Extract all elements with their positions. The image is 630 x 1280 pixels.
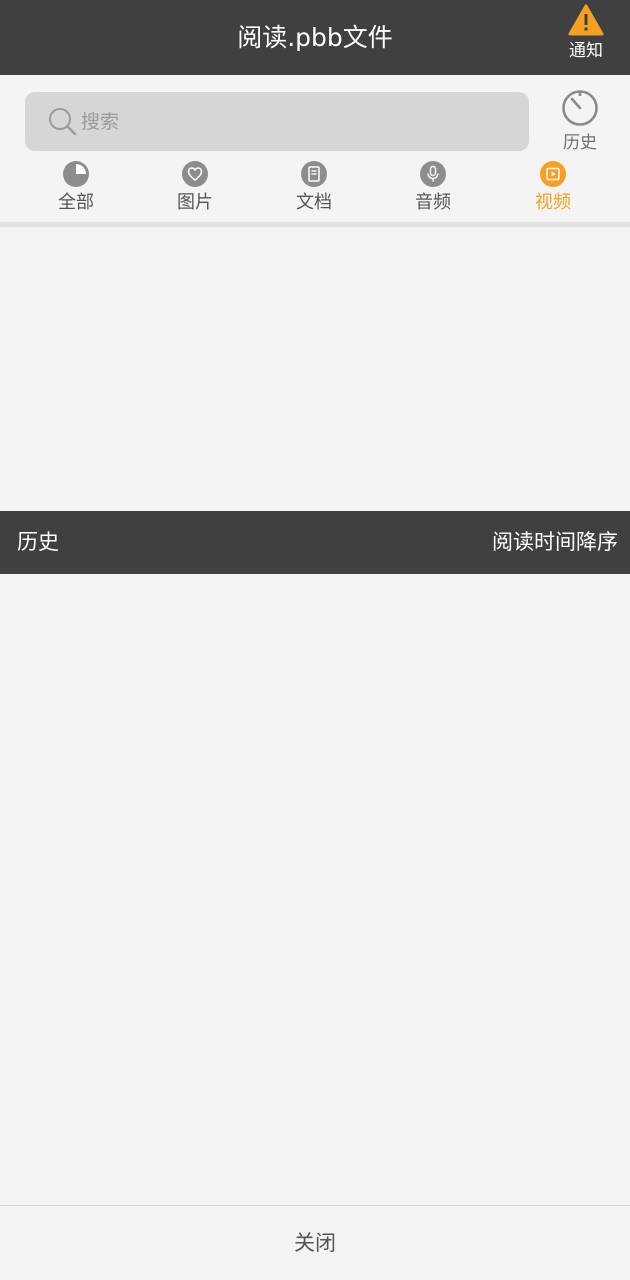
tab-label: 全部: [58, 192, 94, 213]
notify-button[interactable]: 通知: [556, 4, 616, 70]
close-button[interactable]: 关闭: [0, 1228, 630, 1258]
reader-screen: 阅读.pbb文件 通知 历史: [0, 0, 630, 1280]
search-box[interactable]: [25, 92, 529, 151]
search-icon: [49, 108, 77, 136]
tab-label: 音频: [415, 192, 451, 213]
history-list: [0, 574, 630, 1205]
tab-label: 图片: [177, 192, 213, 213]
history-button-label: 历史: [563, 133, 597, 153]
search-input[interactable]: [81, 102, 511, 142]
warning-icon: [568, 4, 604, 36]
tab-documents[interactable]: 文档: [264, 158, 364, 220]
timer-icon: [562, 90, 598, 126]
history-title: 历史: [17, 530, 59, 554]
tab-audio[interactable]: 音频: [383, 158, 483, 220]
tab-label: 视频: [535, 192, 571, 213]
document-icon: [301, 161, 327, 187]
pie-chart-icon: [63, 161, 89, 187]
app-bar: 阅读.pbb文件 通知: [0, 0, 630, 75]
sort-order-button[interactable]: 阅读时间降序: [492, 527, 618, 557]
file-list: [0, 227, 630, 511]
tab-all[interactable]: 全部: [26, 158, 126, 220]
tab-images[interactable]: 图片: [145, 158, 245, 220]
video-icon: [540, 161, 566, 187]
page-title: 阅读.pbb文件: [237, 23, 393, 52]
history-header: 历史 阅读时间降序: [0, 511, 630, 574]
notify-label: 通知: [569, 41, 603, 61]
microphone-icon: [420, 161, 446, 187]
tab-label: 文档: [296, 192, 332, 213]
category-tabs: 全部 图片 文档 音频 视频: [0, 158, 630, 222]
tab-video[interactable]: 视频: [503, 158, 603, 220]
history-button[interactable]: 历史: [548, 88, 612, 156]
bottom-bar: 关闭: [0, 1205, 630, 1280]
heart-icon: [182, 161, 208, 187]
